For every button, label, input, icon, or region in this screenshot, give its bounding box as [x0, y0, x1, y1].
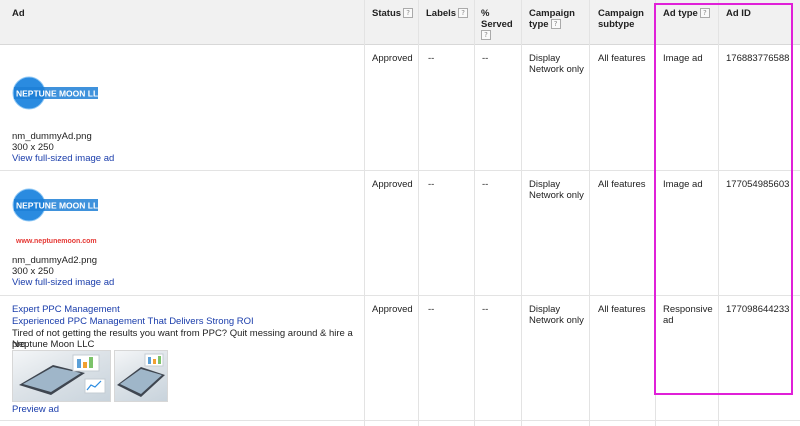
ad-dimensions: 300 x 250	[12, 142, 54, 153]
ad-type-value: Image ad	[663, 53, 703, 64]
labels-value[interactable]: --	[428, 53, 434, 64]
labels-value[interactable]: --	[428, 304, 434, 315]
help-icon[interactable]: ?	[458, 8, 469, 19]
ad-type-value: Responsive ad	[663, 304, 713, 326]
ad-id-value: 177054985603	[726, 179, 790, 190]
served-value: --	[482, 304, 489, 315]
view-full-image-link[interactable]: View full-sized image ad	[12, 277, 114, 288]
served-value: --	[482, 179, 489, 190]
campaign-subtype-value: All features	[598, 304, 646, 315]
col-header-served[interactable]: % Served?	[481, 8, 517, 41]
served-value: --	[482, 53, 489, 64]
help-icon[interactable]: ?	[550, 19, 561, 30]
ad-filename: nm_dummyAd.png	[12, 131, 92, 142]
col-header-ad-type[interactable]: Ad type?	[663, 8, 710, 19]
help-icon[interactable]: ?	[481, 30, 491, 41]
ad-business-name: Neptune Moon LLC	[12, 339, 95, 350]
help-icon[interactable]: ?	[699, 8, 710, 19]
table-header	[0, 0, 800, 45]
preview-ad-link[interactable]: Preview ad	[12, 404, 59, 415]
view-full-image-link[interactable]: View full-sized image ad	[12, 153, 114, 164]
svg-text:NEPTUNE MOON LLC: NEPTUNE MOON LLC	[16, 201, 104, 211]
ad-image-thumbnail-square	[114, 350, 168, 402]
col-header-ad[interactable]: Ad	[12, 8, 25, 19]
status-value: Approved	[372, 179, 413, 190]
col-header-labels[interactable]: Labels?	[426, 8, 469, 19]
col-header-campaign-subtype[interactable]: Campaign subtype	[598, 8, 653, 30]
campaign-subtype-value: All features	[598, 179, 646, 190]
ads-table: Ad Status? Labels? % Served? Campaign ty…	[0, 0, 800, 426]
campaign-type-value: Display Network only	[529, 304, 584, 326]
help-icon[interactable]: ?	[403, 8, 414, 19]
labels-value[interactable]: --	[428, 179, 434, 190]
col-header-campaign-type[interactable]: Campaign type?	[529, 8, 584, 30]
ad-id-value: 176883776588	[726, 53, 790, 64]
neptune-moon-logo: NEPTUNE MOON LLC	[12, 76, 104, 110]
ad-image-thumbnail	[12, 350, 111, 402]
ad-id-value: 177098644233	[726, 304, 790, 315]
status-value: Approved	[372, 304, 413, 315]
ad-headline-2[interactable]: Experienced PPC Management That Delivers…	[12, 316, 254, 327]
ad-type-value: Image ad	[663, 179, 703, 190]
campaign-subtype-value: All features	[598, 53, 646, 64]
logo-url-text: www.neptunemoon.com	[16, 238, 97, 245]
ad-headline-1[interactable]: Expert PPC Management	[12, 304, 120, 315]
col-header-ad-id[interactable]: Ad ID	[726, 8, 751, 19]
svg-text:NEPTUNE MOON LLC: NEPTUNE MOON LLC	[16, 89, 104, 99]
ad-dimensions: 300 x 250	[12, 266, 54, 277]
ad-filename: nm_dummyAd2.png	[12, 255, 98, 266]
campaign-type-value: Display Network only	[529, 179, 584, 201]
col-header-status[interactable]: Status?	[372, 8, 414, 19]
status-value: Approved	[372, 53, 413, 64]
campaign-type-value: Display Network only	[529, 53, 584, 75]
neptune-moon-logo: NEPTUNE MOON LLC	[12, 188, 104, 222]
